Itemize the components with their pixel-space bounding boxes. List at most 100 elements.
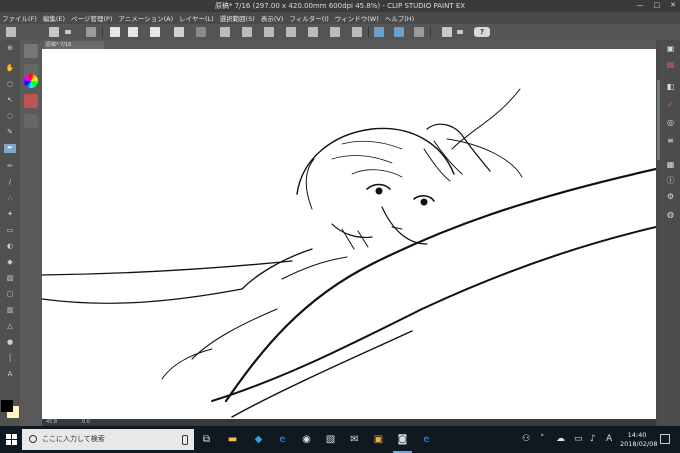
zoom-tool-icon[interactable]: ⊕ xyxy=(4,44,16,53)
store-bag-icon[interactable]: ▣ xyxy=(372,433,385,446)
pencil-icon[interactable]: ✏ xyxy=(4,162,16,171)
layout-icon[interactable] xyxy=(49,27,59,37)
invert-selection-icon[interactable] xyxy=(286,27,296,37)
color-set-icon[interactable] xyxy=(24,94,38,108)
correct-line-icon[interactable]: │ xyxy=(4,354,16,363)
airbrush-icon[interactable]: ∴ xyxy=(4,194,16,203)
redo-icon[interactable] xyxy=(196,27,206,37)
eyedropper-icon[interactable]: ✎ xyxy=(4,128,16,137)
balloon-icon[interactable]: ● xyxy=(4,338,16,347)
microphone-icon[interactable] xyxy=(182,435,188,445)
fill-bucket-icon[interactable]: ◆ xyxy=(4,258,16,267)
edge-icon[interactable]: e xyxy=(276,433,289,446)
canvas-area[interactable] xyxy=(41,49,658,419)
minimize-button[interactable]: — xyxy=(637,1,644,9)
canvas-tab[interactable]: 原稿* 7/16 xyxy=(44,41,104,49)
status-bar: 45.8 0.0 xyxy=(42,419,656,426)
people-icon[interactable]: ⚇ xyxy=(522,434,530,444)
frame-icon[interactable]: ▥ xyxy=(4,306,16,315)
snap-line-icon[interactable] xyxy=(414,27,424,37)
menu-file[interactable]: ファイル(F) xyxy=(2,13,37,23)
maximize-button[interactable]: □ xyxy=(654,1,661,9)
menu-page[interactable]: ページ管理(P) xyxy=(71,13,112,23)
gradient-icon[interactable]: ▨ xyxy=(4,274,16,283)
navigator-icon[interactable]: ▣ xyxy=(664,42,677,55)
transform-icon[interactable] xyxy=(264,27,274,37)
ime-indicator[interactable]: A xyxy=(606,434,612,444)
ie-icon[interactable]: e xyxy=(420,433,433,446)
clock-date: 2018/02/08 xyxy=(620,440,658,448)
store-icon[interactable]: ◆ xyxy=(252,433,265,446)
hand-tool-icon[interactable]: ✋ xyxy=(4,64,16,73)
notification-icon[interactable] xyxy=(660,434,670,444)
ruler-icon[interactable]: △ xyxy=(4,322,16,331)
search-box[interactable]: ここに入力して検索 xyxy=(22,429,194,450)
property-icon[interactable]: ▦ xyxy=(664,158,677,171)
fill-icon[interactable] xyxy=(308,27,318,37)
chevron-down-icon[interactable] xyxy=(457,30,463,34)
blend-icon[interactable]: ◐ xyxy=(4,242,16,251)
panel-icon[interactable] xyxy=(86,27,96,37)
monitor-icon[interactable] xyxy=(442,27,452,37)
menu-filter[interactable]: フィルター(I) xyxy=(289,13,328,23)
sub-view-icon[interactable]: ◧ xyxy=(664,80,677,93)
menu-animation[interactable]: アニメーション(A) xyxy=(118,13,173,23)
file-explorer-icon[interactable]: ▬ xyxy=(226,433,239,446)
brush-icon[interactable]: ∕ xyxy=(4,178,16,187)
decoration-icon[interactable]: ✦ xyxy=(4,210,16,219)
magnify-icon[interactable]: ○ xyxy=(4,80,16,89)
clip-studio-icon[interactable]: ◙ xyxy=(393,433,412,453)
material-icon[interactable]: ▤ xyxy=(664,58,677,71)
task-view-icon[interactable]: ⧉ xyxy=(200,433,213,446)
menu-help[interactable]: ヘルプ(H) xyxy=(385,13,414,23)
text-tool-icon[interactable]: A xyxy=(4,370,16,379)
help-button[interactable]: ? xyxy=(474,27,490,37)
eraser-icon[interactable]: ▭ xyxy=(4,226,16,235)
undo-icon[interactable] xyxy=(174,27,184,37)
menu-layer[interactable]: レイヤー(L) xyxy=(179,13,214,23)
menu-view[interactable]: 表示(V) xyxy=(261,13,284,23)
history-icon[interactable]: ✓ xyxy=(664,98,677,111)
color-wheel-icon[interactable] xyxy=(24,74,38,88)
media-icon[interactable]: ◉ xyxy=(300,433,313,446)
rotation-value: 0.0 xyxy=(82,419,90,425)
subtool-icon[interactable] xyxy=(24,114,38,128)
up-arrow-icon[interactable]: ˄ xyxy=(540,434,545,444)
save-icon[interactable] xyxy=(150,27,160,37)
object-tool-icon[interactable]: ↖ xyxy=(4,96,16,105)
lasso-icon[interactable]: ◌ xyxy=(4,112,16,121)
app-icon[interactable] xyxy=(6,27,16,37)
chevron-down-icon[interactable] xyxy=(65,30,71,34)
figure-icon[interactable]: ▢ xyxy=(4,290,16,299)
close-button[interactable]: ✕ xyxy=(670,1,676,9)
layer-icon[interactable]: ≡ xyxy=(664,134,677,147)
clock[interactable]: 14:40 2018/02/08 xyxy=(620,431,658,449)
brush-size-icon[interactable]: ◍ xyxy=(664,208,677,221)
new-file-icon[interactable] xyxy=(110,27,120,37)
open-file-icon[interactable] xyxy=(128,27,138,37)
snap-ruler-icon[interactable] xyxy=(374,27,384,37)
menu-edit[interactable]: 編集(E) xyxy=(43,13,65,23)
main-color-swatch[interactable] xyxy=(1,400,13,412)
tool-property-icon[interactable]: ⚙ xyxy=(664,190,677,203)
clear-selection-icon[interactable] xyxy=(220,27,230,37)
info-icon[interactable]: ⓘ xyxy=(664,174,677,187)
title-bar: 原稿* 7/16 (297.00 x 420.00mm 600dpi 45.8%… xyxy=(0,0,680,12)
volume-icon[interactable]: ♪ xyxy=(590,434,596,444)
snap-icon[interactable] xyxy=(352,27,362,37)
cloud-icon[interactable]: ☁ xyxy=(556,434,565,444)
network-icon[interactable]: ▭ xyxy=(574,434,583,444)
photos-icon[interactable]: ▧ xyxy=(324,433,337,446)
menu-selection[interactable]: 選択範囲(S) xyxy=(220,13,255,23)
subtool-icon[interactable] xyxy=(24,44,38,58)
pen-setting-icon[interactable] xyxy=(330,27,340,37)
mail-icon[interactable]: ✉ xyxy=(348,433,361,446)
start-button[interactable] xyxy=(6,434,17,445)
menu-window[interactable]: ウィンドウ(W) xyxy=(335,13,379,23)
command-bar: ? xyxy=(0,24,680,41)
tool-palette: ⊕ ✋ ○ ↖ ◌ ✎ ✒ ✏ ∕ ∴ ✦ ▭ ◐ ◆ ▨ ▢ ▥ △ ● │ … xyxy=(0,40,21,426)
search-layer-icon[interactable]: ◎ xyxy=(664,116,677,129)
pen-tool-icon[interactable]: ✒ xyxy=(4,144,16,153)
snap-grid-icon[interactable] xyxy=(394,27,404,37)
crop-icon[interactable] xyxy=(242,27,252,37)
